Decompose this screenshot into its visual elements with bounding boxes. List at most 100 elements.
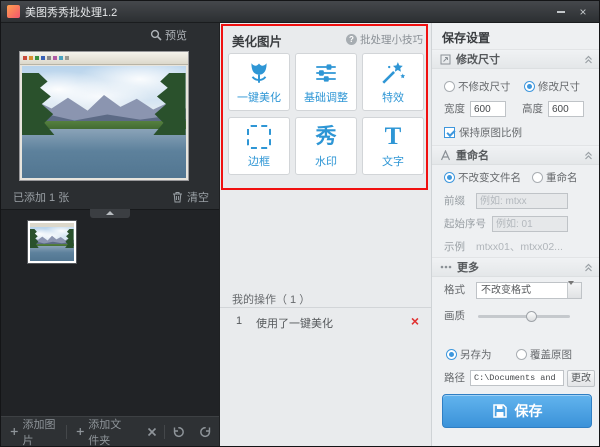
add-folder-label: 添加文件夹 — [88, 416, 131, 447]
tool-one-key-beautify[interactable]: 一键美化 — [228, 53, 290, 111]
remove-image-button[interactable] — [140, 427, 164, 437]
clear-button[interactable]: 清空 — [172, 189, 209, 205]
radio-no-resize-control — [444, 81, 455, 92]
tool-border[interactable]: 边框 — [228, 117, 290, 175]
prefix-input[interactable] — [476, 193, 568, 209]
add-image-label: 添加图片 — [23, 416, 57, 447]
frame-icon — [247, 123, 271, 151]
operation-index: 1 — [236, 315, 242, 327]
start-number-input[interactable] — [492, 216, 568, 232]
save-button[interactable]: 保存 — [442, 394, 592, 428]
tool-label: 特效 — [382, 89, 404, 105]
preview-window-toolbar — [20, 52, 188, 65]
keep-ratio-checkbox[interactable]: 保持原图比例 — [444, 125, 522, 141]
batch-tips-label: 批处理小技巧 — [360, 32, 423, 47]
height-input[interactable] — [548, 101, 584, 117]
undo-button[interactable] — [165, 426, 192, 438]
quality-slider-handle[interactable] — [526, 311, 537, 322]
radio-save-as[interactable]: 另存为 — [446, 347, 492, 363]
add-image-icon — [10, 426, 19, 437]
radio-overwrite-label: 覆盖原图 — [530, 349, 572, 361]
keep-ratio-row: 保持原图比例 — [432, 125, 600, 143]
toolbar-chip — [23, 56, 27, 60]
format-label: 格式 — [444, 282, 465, 298]
format-dropdown-value: 不改变格式 — [481, 285, 531, 296]
help-icon: ? — [346, 34, 357, 45]
image-thumbnail[interactable] — [27, 220, 77, 264]
toolbar-chip — [53, 56, 57, 60]
thumbnail-strip — [1, 209, 219, 416]
radio-no-resize[interactable]: 不修改尺寸 — [444, 79, 511, 95]
collapse-chevron-icon[interactable] — [584, 55, 593, 64]
collapse-chevron-icon[interactable] — [584, 151, 593, 160]
dropdown-arrow-icon — [567, 283, 581, 298]
radio-rename[interactable]: 重命名 — [532, 170, 578, 186]
titlebar: 美图秀秀批处理1.2 × — [1, 1, 599, 23]
tool-label: 基础调整 — [304, 89, 348, 105]
size-inputs-row: 宽度 高度 — [432, 101, 600, 119]
quality-slider[interactable] — [478, 315, 570, 318]
radio-resize-label: 修改尺寸 — [538, 81, 580, 93]
added-count-row: 已添加 1 张 清空 — [13, 189, 209, 205]
close-button[interactable]: × — [573, 4, 593, 20]
tool-text[interactable]: T 文字 — [362, 117, 424, 175]
text-icon: T — [385, 123, 402, 151]
add-image-button[interactable]: 添加图片 — [1, 416, 66, 447]
thumbnail-image — [30, 223, 74, 261]
more-icon — [440, 265, 452, 269]
add-folder-icon — [76, 426, 85, 437]
section-resize-title: 修改尺寸 — [456, 51, 500, 67]
example-label: 示例 — [444, 239, 465, 255]
quality-row: 画质 — [432, 308, 600, 326]
radio-keep-filename[interactable]: 不改变文件名 — [444, 170, 521, 186]
format-dropdown[interactable]: 不改变格式 — [476, 282, 582, 299]
path-input[interactable] — [470, 370, 564, 386]
radio-save-as-label: 另存为 — [460, 349, 492, 361]
landscape-photo — [22, 66, 186, 178]
change-path-button[interactable]: 更改 — [567, 370, 595, 387]
width-input[interactable] — [470, 101, 506, 117]
window-controls: × — [551, 4, 593, 20]
history-controls — [140, 425, 219, 439]
tool-label: 文字 — [382, 153, 404, 169]
radio-keep-filename-control — [444, 172, 455, 183]
keep-ratio-checkbox-control — [444, 127, 455, 138]
save-settings-title: 保存设置 — [442, 29, 490, 46]
path-row: 路径 更改 — [432, 370, 600, 388]
preview-button[interactable]: 预览 — [150, 27, 187, 43]
batch-tips-link[interactable]: ? 批处理小技巧 — [346, 32, 423, 47]
magic-wand-icon — [380, 59, 406, 87]
left-panel-toolbar: 添加图片 添加文件夹 — [1, 416, 219, 446]
radio-overwrite[interactable]: 覆盖原图 — [516, 347, 572, 363]
image-list-panel: 预览 — [1, 23, 219, 446]
prefix-row: 前缀 — [432, 193, 600, 211]
tool-watermark[interactable]: 秀 水印 — [295, 117, 357, 175]
tool-effects[interactable]: 特效 — [362, 53, 424, 111]
preview-button-label: 预览 — [165, 27, 187, 43]
operation-delete-button[interactable]: × — [411, 313, 419, 329]
add-folder-button[interactable]: 添加文件夹 — [67, 416, 140, 447]
beautify-panel-title: 美化图片 — [232, 31, 282, 50]
radio-resize[interactable]: 修改尺寸 — [524, 79, 580, 95]
start-number-row: 起始序号 — [432, 216, 600, 234]
thumbnail-lake — [30, 246, 74, 261]
height-label: 高度 — [522, 101, 543, 117]
beautify-panel: 美化图片 ? 批处理小技巧 一键美化 基础调整 — [219, 23, 431, 446]
collapse-chevron-icon[interactable] — [584, 263, 593, 272]
section-resize[interactable]: 修改尺寸 — [432, 49, 600, 69]
minimize-button[interactable] — [551, 4, 571, 20]
added-count-label: 已添加 1 张 — [13, 189, 69, 205]
resize-icon — [440, 54, 451, 65]
redo-button[interactable] — [192, 426, 219, 438]
section-rename[interactable]: 重命名 — [432, 145, 600, 165]
minimize-icon — [557, 11, 565, 13]
operations-header: 我的操作（ 1 ） — [232, 291, 310, 307]
collapse-handle[interactable] — [90, 209, 130, 218]
collapse-arrow-icon — [106, 211, 114, 215]
tool-basic-adjust[interactable]: 基础调整 — [295, 53, 357, 111]
preview-image — [19, 51, 189, 181]
radio-resize-control — [524, 81, 535, 92]
section-more[interactable]: 更多 — [432, 257, 600, 277]
tool-grid: 一键美化 基础调整 特效 边框 — [228, 53, 424, 175]
toolbar-chip — [29, 56, 33, 60]
